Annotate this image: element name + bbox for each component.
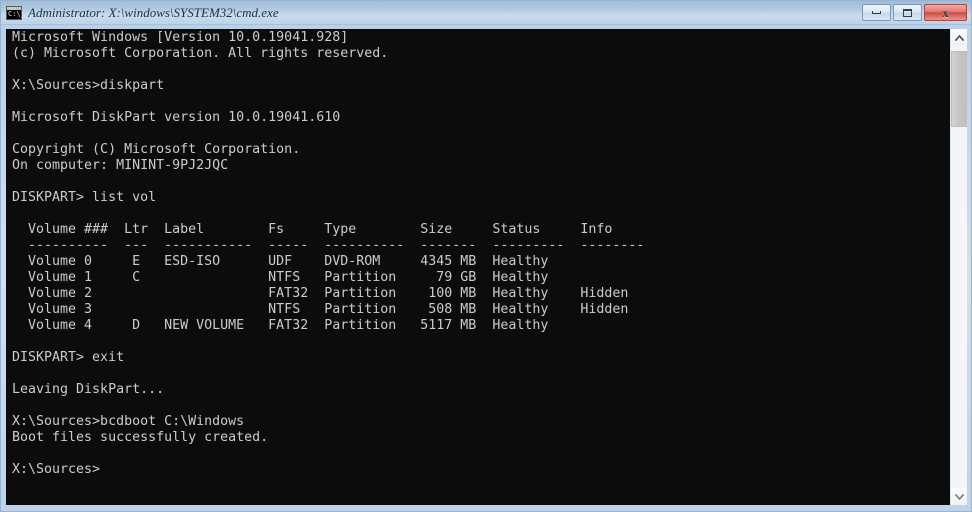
scroll-up-button[interactable] — [951, 29, 967, 46]
scroll-down-button[interactable] — [951, 488, 967, 505]
window-title: Administrator: X:\windows\SYSTEM32\cmd.e… — [28, 4, 279, 20]
console-output-area[interactable]: Microsoft Windows [Version 10.0.19041.92… — [6, 29, 950, 505]
maximize-button[interactable] — [893, 4, 922, 21]
cmd-window: ▫▫ C:\_ Administrator: X:\windows\SYSTEM… — [0, 0, 972, 512]
client-area: Microsoft Windows [Version 10.0.19041.92… — [1, 25, 971, 511]
scrollbar-thumb[interactable] — [951, 51, 967, 127]
minimize-button[interactable] — [862, 4, 891, 21]
cmd-icon-prompt: C:\_ — [8, 9, 25, 18]
close-icon: x — [942, 5, 949, 20]
minimize-icon — [872, 11, 881, 14]
console-text: Microsoft Windows [Version 10.0.19041.92… — [12, 30, 645, 477]
vertical-scrollbar[interactable] — [950, 29, 967, 505]
chevron-up-icon — [954, 34, 964, 41]
maximize-icon — [903, 8, 912, 17]
chevron-down-icon — [954, 493, 964, 500]
close-button[interactable]: x — [924, 4, 967, 21]
scrollbar-track[interactable] — [951, 46, 967, 488]
cmd-icon: ▫▫ C:\_ — [6, 5, 25, 20]
title-bar[interactable]: ▫▫ C:\_ Administrator: X:\windows\SYSTEM… — [1, 1, 971, 25]
window-controls: x — [862, 4, 967, 21]
